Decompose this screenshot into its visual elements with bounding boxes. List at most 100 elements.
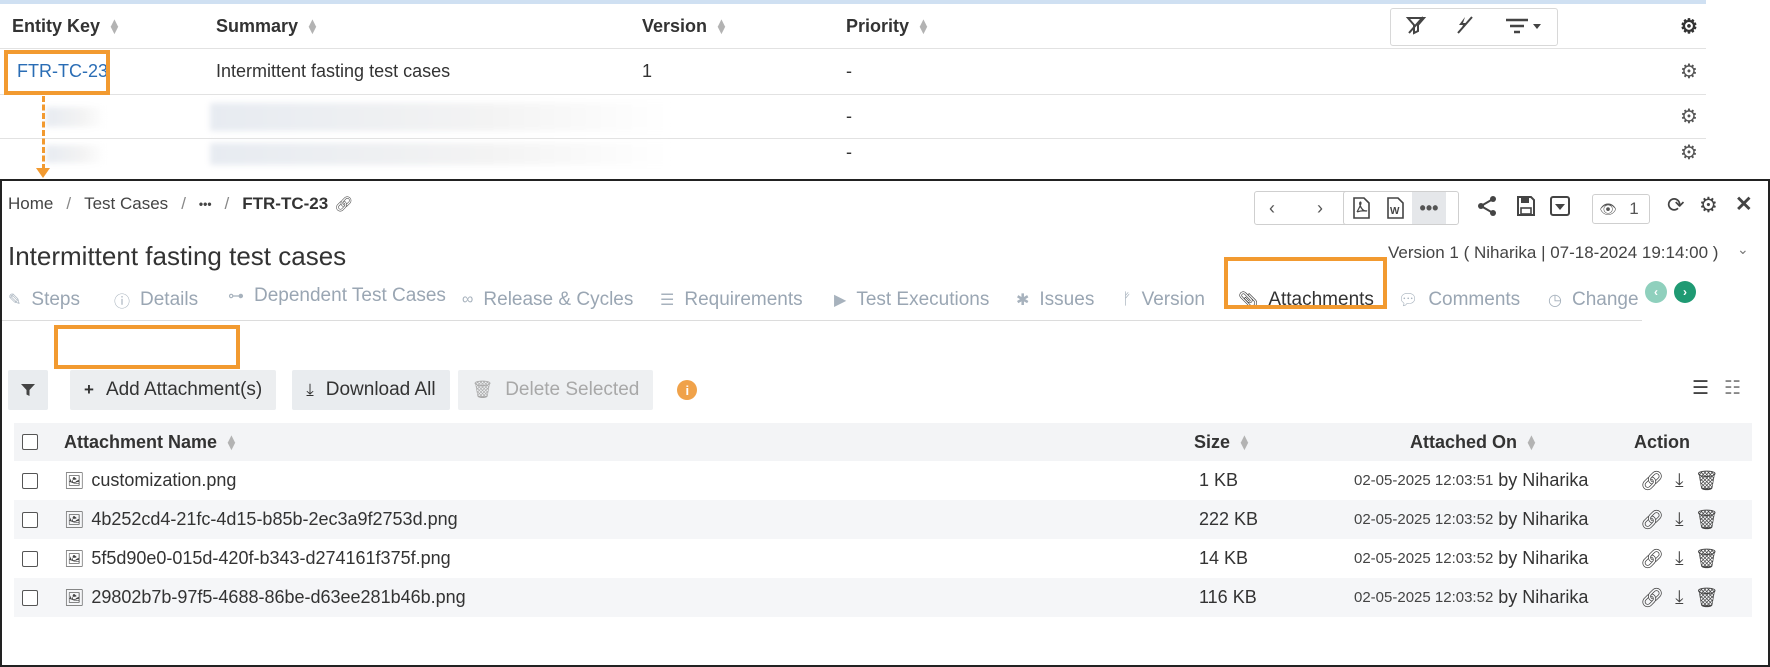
column-settings-icon[interactable]: ⚙ bbox=[1680, 4, 1698, 48]
priority-cell: - bbox=[846, 61, 852, 81]
blurred-entity-key bbox=[46, 107, 106, 127]
download-icon[interactable]: ⤓ bbox=[1675, 548, 1683, 570]
download-icon[interactable]: ⤓ bbox=[1675, 587, 1683, 609]
select-all-checkbox[interactable] bbox=[22, 423, 38, 461]
attachment-name-cell[interactable]: 🖼︎ 4b252cd4-21fc-4d15-b85b-2ec3a9f2753d.p… bbox=[64, 500, 458, 539]
export-pdf-icon[interactable] bbox=[1344, 192, 1378, 224]
list-view-icon[interactable]: ☰ bbox=[1692, 377, 1709, 400]
chevron-down-icon[interactable]: ⌄ bbox=[1737, 241, 1749, 258]
filter-dropdown-icon[interactable] bbox=[1503, 14, 1543, 41]
download-icon[interactable]: ⤓ bbox=[1675, 509, 1683, 531]
copy-link-icon[interactable]: 🔗︎ bbox=[1640, 586, 1664, 610]
column-header-attached-on[interactable]: Attached On ▲ ▼ bbox=[1410, 423, 1538, 461]
breadcrumb-separator: / bbox=[66, 194, 72, 213]
row-checkbox[interactable] bbox=[22, 461, 38, 500]
tab-steps[interactable]: ✎ Steps bbox=[8, 279, 80, 321]
add-attachment-button[interactable]: + Add Attachment(s) bbox=[70, 370, 277, 410]
attached-by: by Niharika bbox=[1498, 509, 1589, 529]
column-header-attachment-name[interactable]: Attachment Name ▲ ▼ bbox=[64, 423, 238, 461]
tab-label: Details bbox=[140, 289, 199, 310]
attached-on-cell: 02-05-2025 12:03:52 by Niharika bbox=[1354, 539, 1588, 578]
tab-release-cycles[interactable]: ∞ Release & Cycles bbox=[462, 279, 633, 321]
export-word-icon[interactable]: W bbox=[1378, 192, 1412, 224]
save-icon[interactable] bbox=[1516, 195, 1536, 223]
sort-icon[interactable]: ▲ ▼ bbox=[108, 16, 121, 36]
tab-requirements[interactable]: ☰ Requirements bbox=[660, 279, 803, 321]
detail-view-icon[interactable]: ☷ bbox=[1724, 377, 1741, 400]
scroll-tabs-left-icon[interactable]: ‹ bbox=[1645, 281, 1667, 303]
column-header-priority[interactable]: Priority ▲ ▼ bbox=[846, 4, 930, 48]
copy-link-icon[interactable]: 🔗︎ bbox=[1640, 547, 1664, 571]
attached-by: by Niharika bbox=[1498, 470, 1589, 490]
row-settings-icon[interactable]: ⚙ bbox=[1680, 49, 1698, 94]
tab-issues[interactable]: ✱ Issues bbox=[1016, 279, 1094, 321]
grid-row[interactable]: - ⚙ bbox=[0, 95, 1706, 139]
tab-version[interactable]: ᚠ Version bbox=[1122, 279, 1205, 321]
plus-icon: + bbox=[84, 380, 94, 399]
tab-test-executions[interactable]: ▶ Test Executions bbox=[834, 279, 989, 321]
next-record-icon[interactable]: › bbox=[1303, 192, 1337, 224]
svg-text:W: W bbox=[1390, 206, 1400, 217]
settings-gear-icon[interactable]: ⚙ bbox=[1699, 193, 1718, 218]
row-checkbox[interactable] bbox=[22, 500, 38, 539]
watchers-button[interactable]: 👁︎ 1 bbox=[1592, 194, 1650, 224]
download-all-label: Download All bbox=[325, 379, 436, 400]
clear-filter-icon[interactable] bbox=[1405, 14, 1427, 41]
attachment-name-cell[interactable]: 🖼︎ 29802b7b-97f5-4688-86be-d63ee281b46b.p… bbox=[64, 578, 466, 617]
clear-sort-icon[interactable] bbox=[1454, 14, 1476, 41]
sort-icon[interactable]: ▲ ▼ bbox=[715, 16, 728, 36]
attachments-toolbar: + Add Attachment(s) ⤓ Download All 🗑︎ De… bbox=[8, 370, 698, 410]
callout-arrow bbox=[42, 96, 45, 170]
branch-icon: ᚠ bbox=[1122, 291, 1132, 308]
more-options-icon[interactable]: ••• bbox=[1412, 192, 1446, 224]
copy-link-icon[interactable]: 🔗︎ bbox=[1640, 508, 1664, 532]
sort-icon[interactable]: ▲ ▼ bbox=[917, 16, 930, 36]
dropdown-box-icon[interactable] bbox=[1550, 195, 1570, 223]
filter-button[interactable] bbox=[8, 370, 48, 410]
sort-icon[interactable]: ▲ ▼ bbox=[306, 16, 319, 36]
tab-comments[interactable]: 💬︎ Comments bbox=[1398, 279, 1520, 321]
column-header-version[interactable]: Version ▲ ▼ bbox=[642, 4, 728, 48]
column-header-label: Version bbox=[642, 15, 708, 36]
attachment-name-cell[interactable]: 🖼︎ 5f5d90e0-015d-420f-b343-d274161f375f.p… bbox=[64, 539, 451, 578]
breadcrumb-test-cases[interactable]: Test Cases bbox=[84, 194, 168, 214]
download-icon[interactable]: ⤓ bbox=[1675, 470, 1683, 492]
breadcrumb-more[interactable]: ••• bbox=[199, 197, 212, 211]
trash-icon[interactable]: 🗑︎ bbox=[1695, 586, 1719, 610]
column-header-summary[interactable]: Summary ▲ ▼ bbox=[216, 4, 319, 48]
scroll-tabs-right-icon[interactable]: › bbox=[1674, 281, 1696, 303]
delete-selected-button[interactable]: 🗑︎ Delete Selected bbox=[457, 370, 654, 410]
row-checkbox[interactable] bbox=[22, 578, 38, 617]
copy-link-icon[interactable]: 🔗︎ bbox=[1640, 469, 1664, 493]
tab-dependent-test-cases[interactable]: ⊶ Dependent Test Cases bbox=[228, 275, 446, 317]
breadcrumb-home[interactable]: Home bbox=[8, 194, 53, 214]
row-checkbox[interactable] bbox=[22, 539, 38, 578]
row-settings-icon[interactable]: ⚙ bbox=[1680, 95, 1698, 138]
refresh-icon[interactable]: ⟳ bbox=[1667, 193, 1685, 218]
watch-count: 1 bbox=[1629, 199, 1639, 218]
share-icon[interactable] bbox=[1476, 195, 1498, 223]
grid-row[interactable]: - ⚙ bbox=[0, 139, 1706, 184]
grid-row[interactable]: FTR-TC-23 Intermittent fasting test case… bbox=[0, 49, 1706, 95]
sort-icon[interactable]: ▲ ▼ bbox=[225, 432, 238, 452]
sort-icon[interactable]: ▲ ▼ bbox=[1525, 432, 1538, 452]
info-icon[interactable]: i bbox=[677, 380, 698, 400]
trash-icon[interactable]: 🗑︎ bbox=[1695, 547, 1719, 571]
close-icon[interactable]: ✕ bbox=[1735, 192, 1753, 217]
sort-icon[interactable]: ▲ ▼ bbox=[1238, 432, 1251, 452]
tab-details[interactable]: ⓘ Details bbox=[114, 279, 198, 321]
trash-icon[interactable]: 🗑︎ bbox=[1695, 508, 1719, 532]
tab-change[interactable]: ◷ Change bbox=[1548, 279, 1640, 321]
attachment-name-cell[interactable]: 🖼︎ customization.png bbox=[64, 461, 236, 500]
row-actions: 🔗︎ ⤓ 🗑︎ bbox=[1640, 578, 1730, 617]
row-settings-icon[interactable]: ⚙ bbox=[1680, 139, 1698, 166]
download-all-button[interactable]: ⤓ Download All bbox=[292, 370, 450, 410]
image-file-icon: 🖼︎ bbox=[64, 550, 85, 568]
tab-label: Change bbox=[1571, 289, 1639, 310]
column-header-entity-key[interactable]: Entity Key ▲ ▼ bbox=[12, 4, 121, 48]
column-header-size[interactable]: Size ▲ ▼ bbox=[1194, 423, 1251, 461]
tab-label: Comments bbox=[1428, 289, 1521, 310]
trash-icon[interactable]: 🗑︎ bbox=[1695, 469, 1719, 493]
copy-link-icon[interactable]: 🔗︎ bbox=[334, 195, 353, 213]
previous-record-icon[interactable]: ‹ bbox=[1255, 192, 1289, 224]
